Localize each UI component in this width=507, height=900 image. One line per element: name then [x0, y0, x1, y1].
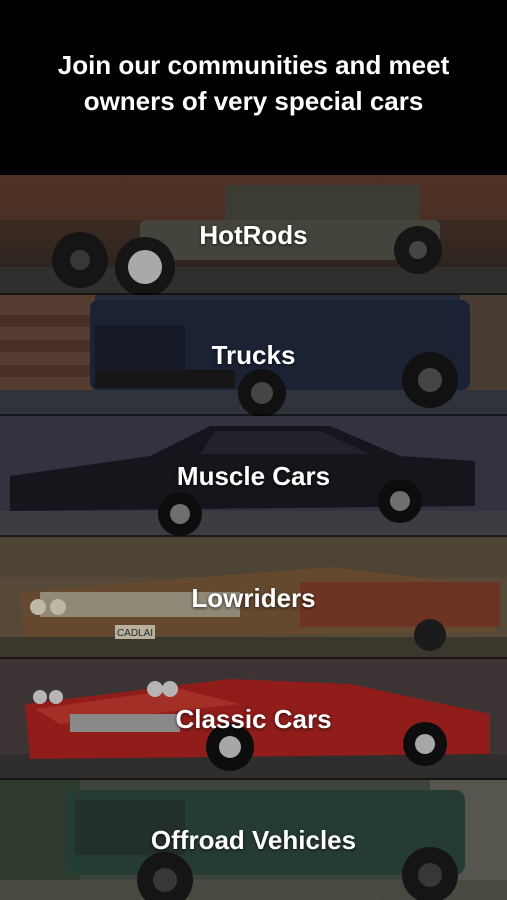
category-label: Trucks — [211, 340, 296, 370]
divider — [0, 293, 507, 295]
category-label: HotRods — [199, 219, 308, 250]
category-classic-cars[interactable]: Classic Cars — [0, 659, 507, 780]
category-label: Muscle Cars — [176, 461, 331, 491]
header: Join our communities and meet owners of … — [0, 0, 507, 175]
category-offroad-vehicles[interactable]: Offroad Vehicles — [0, 780, 507, 900]
divider — [0, 657, 507, 659]
category-label: Lowriders — [191, 582, 316, 613]
divider — [0, 414, 507, 416]
category-label: Offroad Vehicles — [150, 824, 357, 855]
category-lowriders[interactable]: CADLAI Lowriders — [0, 537, 507, 659]
category-label: Classic Cars — [175, 704, 332, 734]
category-trucks[interactable]: Trucks — [0, 295, 507, 416]
divider — [0, 535, 507, 537]
category-muscle-cars[interactable]: Muscle Cars — [0, 416, 507, 537]
divider — [0, 778, 507, 780]
category-hotrods[interactable]: HotRods — [0, 175, 507, 295]
page-title: Join our communities and meet owners of … — [57, 49, 450, 116]
